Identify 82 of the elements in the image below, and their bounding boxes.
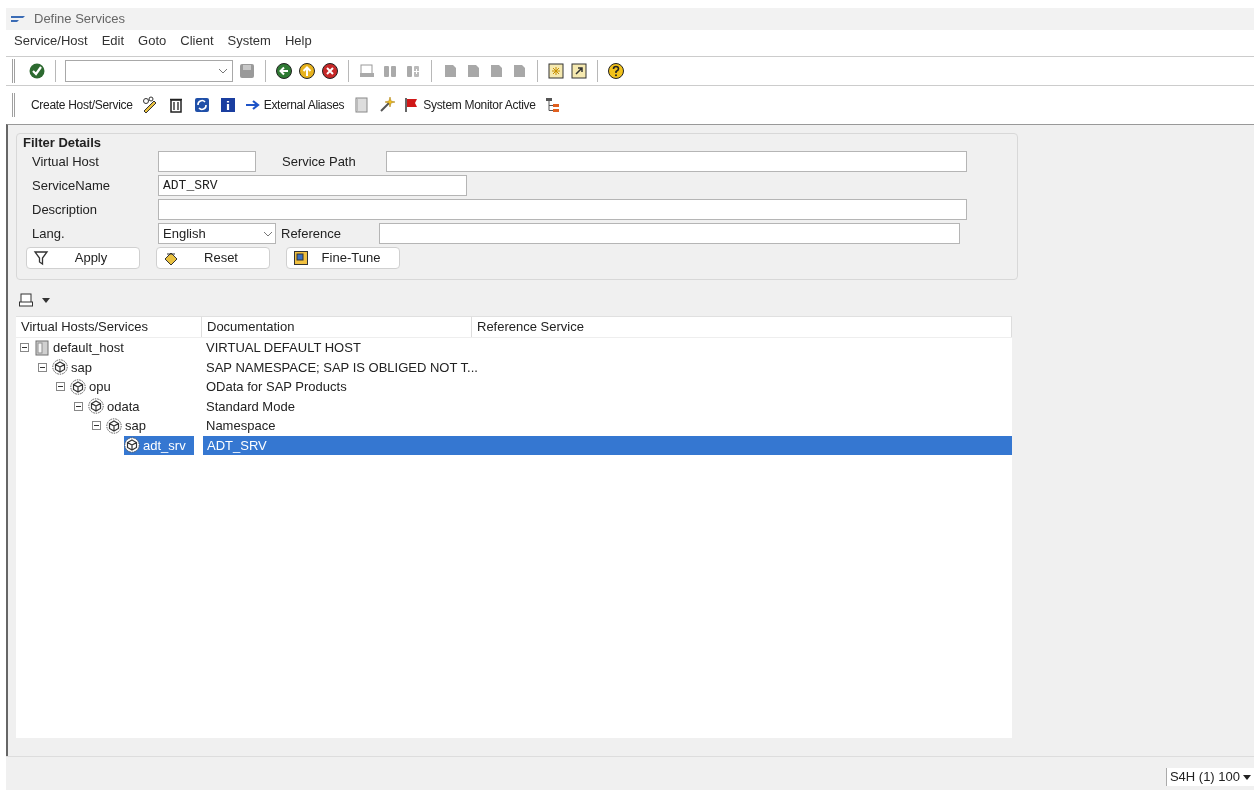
field-label: Lang. bbox=[31, 224, 66, 243]
system-monitor-button[interactable]: System Monitor Active bbox=[404, 96, 536, 114]
node-label: sap bbox=[71, 358, 92, 377]
input-field[interactable] bbox=[386, 151, 967, 172]
documentation-text: VIRTUAL DEFAULT HOST bbox=[206, 339, 361, 357]
cube-icon bbox=[124, 437, 140, 454]
save-icon[interactable] bbox=[238, 62, 256, 80]
cube-icon bbox=[70, 378, 86, 395]
tree-row[interactable]: default_host VIRTUAL DEFAULT HOST bbox=[16, 338, 1012, 358]
panel-title: Filter Details bbox=[23, 134, 103, 151]
magic-wand-icon[interactable] bbox=[378, 96, 397, 114]
menu-item[interactable]: Service/Host bbox=[14, 31, 88, 51]
arrow-right-icon bbox=[244, 99, 261, 111]
field-label: ServiceName bbox=[31, 176, 112, 195]
field-label: Description bbox=[31, 200, 99, 219]
menu-item[interactable]: System bbox=[227, 31, 271, 51]
tune-icon bbox=[293, 250, 309, 266]
window-title: Define Services bbox=[34, 10, 126, 29]
input-field[interactable] bbox=[379, 223, 960, 244]
help-icon[interactable] bbox=[607, 62, 625, 80]
system-text: S4H (1) 100 bbox=[1169, 768, 1240, 787]
documentation-text: Standard Mode bbox=[206, 397, 295, 416]
external-aliases-button[interactable]: External Aliases bbox=[244, 96, 345, 114]
filter-button[interactable]: Apply bbox=[26, 247, 140, 269]
documentation-text: ADT_SRV bbox=[207, 436, 267, 455]
node-label: odata bbox=[107, 397, 140, 416]
collapse-icon[interactable] bbox=[74, 401, 83, 411]
menu-item[interactable]: Client bbox=[180, 31, 214, 51]
node-label: sap bbox=[125, 417, 146, 435]
new-session-icon[interactable] bbox=[547, 62, 565, 80]
pencil-glasses-icon[interactable] bbox=[140, 96, 159, 114]
menu-item[interactable]: Goto bbox=[138, 31, 167, 51]
shortcut-icon[interactable] bbox=[570, 62, 588, 80]
input-field[interactable] bbox=[158, 199, 967, 220]
print-icon[interactable] bbox=[18, 292, 34, 308]
documentation-text: SAP NAMESPACE; SAP IS OBLIGED NOT T... bbox=[206, 358, 478, 377]
documentation-text: OData for SAP Products bbox=[206, 378, 347, 396]
collapse-icon[interactable] bbox=[92, 421, 101, 431]
cube-icon bbox=[52, 359, 68, 376]
input-field[interactable]: ADT_SRV bbox=[158, 175, 467, 196]
collapse-icon[interactable] bbox=[56, 382, 65, 392]
command-field[interactable] bbox=[65, 60, 233, 82]
cancel-icon[interactable] bbox=[321, 62, 339, 80]
node-label: default_host bbox=[53, 339, 124, 357]
node-label: adt_srv bbox=[143, 436, 186, 455]
create-host-button[interactable]: Create Host/Service bbox=[31, 96, 133, 114]
chevron-icon bbox=[263, 230, 273, 237]
system-info[interactable]: S4H (1) 100 bbox=[1165, 768, 1254, 786]
exit-icon[interactable] bbox=[298, 62, 316, 80]
documentation-text: Namespace bbox=[206, 417, 276, 435]
hierarchy-icon[interactable] bbox=[543, 96, 562, 114]
dropdown-arrow-icon bbox=[1243, 774, 1251, 780]
cube-icon bbox=[106, 417, 122, 434]
enter-icon[interactable] bbox=[28, 62, 46, 80]
menu-item[interactable]: Edit bbox=[101, 31, 125, 51]
app-logo-icon bbox=[10, 14, 26, 24]
field-label: Virtual Host bbox=[31, 152, 100, 171]
back-icon[interactable] bbox=[275, 62, 293, 80]
menu-item[interactable]: Help bbox=[284, 31, 312, 51]
cube-icon bbox=[88, 398, 104, 415]
tree-row[interactable]: sap Namespace bbox=[16, 416, 1012, 436]
input-field[interactable] bbox=[158, 151, 256, 172]
tree-row[interactable]: sap SAP NAMESPACE; SAP IS OBLIGED NOT T... bbox=[16, 357, 1012, 377]
field-label: Reference bbox=[280, 224, 342, 243]
column-header[interactable]: Virtual Hosts/Services bbox=[16, 317, 202, 337]
dropdown-arrow-icon[interactable] bbox=[42, 297, 50, 303]
refresh-icon[interactable] bbox=[192, 96, 211, 114]
column-header[interactable]: Documentation bbox=[202, 317, 472, 337]
filter-button[interactable]: Reset bbox=[156, 247, 270, 269]
filter-button[interactable]: Fine-Tune bbox=[286, 247, 400, 269]
tree-row[interactable]: odata Standard Mode bbox=[16, 396, 1012, 416]
column-header[interactable]: Reference Service bbox=[472, 317, 1012, 337]
language-dropdown[interactable]: English bbox=[158, 223, 276, 244]
field-label: Service Path bbox=[281, 152, 357, 171]
info-icon[interactable] bbox=[218, 96, 237, 114]
collapse-icon[interactable] bbox=[38, 362, 47, 372]
collapse-icon[interactable] bbox=[20, 343, 29, 353]
node-label: opu bbox=[89, 378, 111, 396]
chevron-icon bbox=[218, 68, 228, 74]
server-icon bbox=[34, 339, 50, 356]
tree-row[interactable]: opu OData for SAP Products bbox=[16, 377, 1012, 397]
funnel-icon bbox=[33, 250, 49, 266]
